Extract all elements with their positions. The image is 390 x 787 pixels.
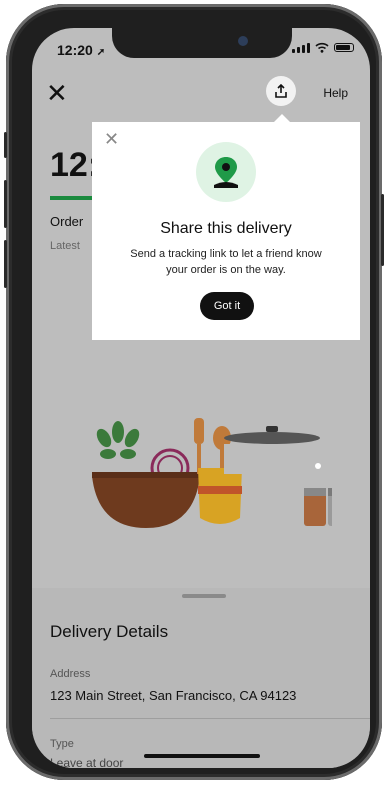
location-pin-icon: [214, 157, 238, 188]
popup-body: Send a tracking link to let a friend kno…: [108, 246, 344, 278]
kitchen-illustration: [92, 418, 332, 528]
phone-screen: 12:20 ➚ ✕ Help 12: Order Latest Delivery…: [32, 28, 370, 768]
silent-switch: [4, 132, 7, 158]
got-it-button[interactable]: Got it: [200, 292, 254, 320]
popup-body-line2: your order is on the way.: [166, 264, 286, 276]
cellular-signal-icon: [292, 42, 310, 53]
popup-body-line1: Send a tracking link to let a friend kno…: [130, 248, 322, 260]
close-icon[interactable]: ✕: [46, 80, 68, 106]
progress-bar: [50, 196, 94, 200]
location-pin-badge: [196, 142, 256, 202]
phone-frame: 12:20 ➚ ✕ Help 12: Order Latest Delivery…: [4, 4, 384, 780]
wifi-icon: [315, 42, 329, 53]
status-time: 12:20 ➚: [57, 42, 105, 58]
latest-update: Latest: [50, 240, 80, 252]
notch: [112, 28, 292, 58]
popup-pointer: [274, 114, 290, 122]
top-nav: ✕ Help: [32, 74, 370, 114]
popup-title: Share this delivery: [160, 220, 292, 237]
share-icon: [275, 84, 287, 98]
location-arrow-icon: ➚: [96, 47, 106, 58]
sheet-drag-handle[interactable]: [182, 594, 226, 598]
address-label: Address: [50, 668, 91, 680]
share-delivery-popup: ✕ Share this delivery Send a tracking li…: [92, 114, 360, 340]
delivery-details-title: Delivery Details: [50, 622, 169, 641]
battery-icon: [334, 43, 354, 52]
status-time-text: 12:20: [57, 42, 93, 58]
type-label: Type: [50, 738, 74, 750]
front-camera: [238, 36, 248, 46]
delivery-details-sheet[interactable]: Delivery Details Address 123 Main Street…: [32, 588, 370, 768]
address-value: 123 Main Street, San Francisco, CA 94123: [50, 688, 297, 703]
volume-down-button: [4, 240, 7, 288]
volume-up-button: [4, 180, 7, 228]
help-link[interactable]: Help: [323, 86, 348, 100]
popup-close-icon[interactable]: ✕: [104, 130, 119, 148]
divider: [50, 718, 370, 719]
status-icons: [292, 42, 354, 53]
home-indicator: [144, 754, 260, 758]
type-value: Leave at door: [50, 756, 124, 768]
power-button: [381, 194, 384, 266]
share-button[interactable]: [266, 76, 296, 106]
order-status: Order: [50, 214, 84, 229]
